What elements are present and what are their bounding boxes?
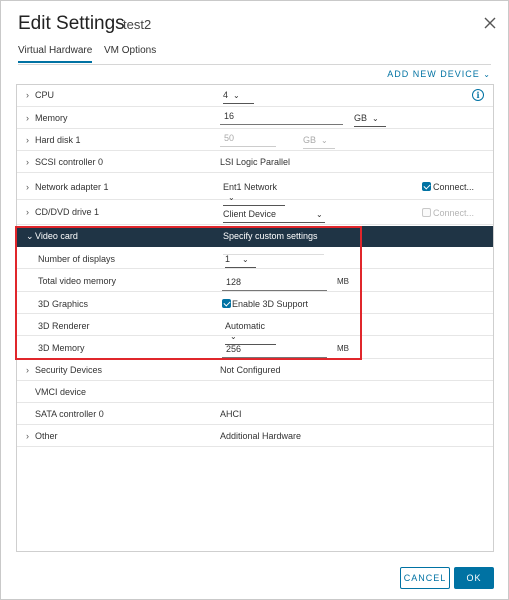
hard-disk-unit-select[interactable]: GB ⌄ xyxy=(303,135,335,149)
chevron-right-icon[interactable]: › xyxy=(26,182,29,192)
row-sata-controller[interactable]: SATA controller 0 AHCI xyxy=(17,403,493,425)
memory-unit-select[interactable]: GB ⌄ xyxy=(354,113,386,127)
chevron-down-icon: ⌄ xyxy=(233,91,240,100)
chevron-right-icon[interactable]: › xyxy=(26,113,29,123)
3d-memory-unit: MB xyxy=(337,344,349,353)
cpu-label: CPU xyxy=(35,90,55,100)
sata-label: SATA controller 0 xyxy=(35,409,104,419)
add-new-device-label: ADD NEW DEVICE xyxy=(387,69,480,79)
3d-memory-input[interactable]: 256 xyxy=(222,344,327,358)
close-icon[interactable] xyxy=(482,15,498,31)
chevron-down-icon: ⌄ xyxy=(483,70,491,79)
video-memory-input[interactable]: 128 xyxy=(222,277,327,291)
cddvd-select[interactable]: Client Device ⌄ xyxy=(223,209,325,223)
displays-select[interactable]: 1 ⌄ xyxy=(225,254,256,268)
row-memory[interactable]: › Memory 16 GB ⌄ xyxy=(17,107,493,129)
row-total-video-memory[interactable]: Total video memory 128 MB xyxy=(17,269,493,292)
network-connect-label: Connect... xyxy=(433,182,475,192)
chevron-right-icon[interactable]: › xyxy=(26,90,29,100)
network-label: Network adapter 1 xyxy=(35,182,109,192)
row-video-card[interactable]: ⌄ Video card Specify custom settings⌄ xyxy=(17,226,493,255)
row-security-devices[interactable]: › Security Devices Not Configured xyxy=(17,359,493,381)
cpu-value: 4 xyxy=(223,90,229,100)
cddvd-connect-checkbox[interactable] xyxy=(422,208,431,217)
chevron-right-icon[interactable]: › xyxy=(26,431,29,441)
cddvd-value: Client Device xyxy=(223,209,277,219)
chevron-down-icon: ⌄ xyxy=(321,136,328,145)
security-value: Not Configured xyxy=(220,365,281,375)
row-hard-disk[interactable]: › Hard disk 1 50 GB ⌄ xyxy=(17,129,493,151)
network-value: Ent1 Network xyxy=(223,182,278,192)
row-3d-renderer[interactable]: 3D Renderer Automatic⌄ xyxy=(17,314,493,345)
3d-renderer-label: 3D Renderer xyxy=(38,321,90,331)
vmci-label: VMCI device xyxy=(35,387,87,397)
memory-label: Memory xyxy=(35,113,68,123)
displays-value: 1 xyxy=(225,254,231,264)
cddvd-label: CD/DVD drive 1 xyxy=(35,207,100,217)
row-network-adapter[interactable]: › Network adapter 1 Ent1 Network⌄ Connec… xyxy=(17,173,493,206)
chevron-down-icon: ⌄ xyxy=(372,114,379,123)
hard-disk-input[interactable]: 50 xyxy=(220,133,276,147)
other-label: Other xyxy=(35,431,58,441)
chevron-down-icon[interactable]: ⌄ xyxy=(26,231,34,242)
network-connect-checkbox[interactable] xyxy=(422,182,431,191)
tab-virtual-hardware[interactable]: Virtual Hardware xyxy=(18,45,93,63)
add-new-device-button[interactable]: ADD NEW DEVICE ⌄ xyxy=(387,69,491,79)
scsi-label: SCSI controller 0 xyxy=(35,157,104,167)
video-memory-label: Total video memory xyxy=(38,276,117,286)
sata-value: AHCI xyxy=(220,409,242,419)
row-vmci-device[interactable]: VMCI device xyxy=(17,381,493,403)
cpu-select[interactable]: 4 ⌄ xyxy=(223,90,254,104)
tab-bar: Virtual Hardware VM Options xyxy=(18,45,491,65)
cancel-button[interactable]: CANCEL xyxy=(400,567,450,589)
enable-3d-checkbox[interactable] xyxy=(222,299,231,308)
row-other[interactable]: › Other Additional Hardware xyxy=(17,425,493,447)
other-value: Additional Hardware xyxy=(220,431,302,441)
cddvd-connect-label: Connect... xyxy=(433,208,475,218)
row-cddvd-drive[interactable]: › CD/DVD drive 1 Client Device ⌄ Connect.… xyxy=(17,200,493,225)
displays-label: Number of displays xyxy=(38,254,116,264)
ok-button[interactable]: OK xyxy=(454,567,494,589)
chevron-down-icon: ⌄ xyxy=(242,255,249,264)
hard-disk-unit: GB xyxy=(303,135,317,145)
chevron-right-icon[interactable]: › xyxy=(26,135,29,145)
scsi-value: LSI Logic Parallel xyxy=(220,157,291,167)
row-3d-graphics[interactable]: 3D Graphics Enable 3D Support xyxy=(17,292,493,314)
security-label: Security Devices xyxy=(35,365,103,375)
chevron-right-icon[interactable]: › xyxy=(26,365,29,375)
chevron-down-icon: ⌄ xyxy=(316,210,323,219)
row-scsi-controller[interactable]: › SCSI controller 0 LSI Logic Parallel xyxy=(17,151,493,173)
memory-unit: GB xyxy=(354,113,368,123)
video-card-value: Specify custom settings xyxy=(223,231,318,241)
hardware-table: › CPU 4 ⌄ › Memory 16 GB ⌄ › Hard disk 1 5… xyxy=(16,84,494,552)
edit-settings-dialog: Edit Settings test2 Virtual Hardware VM … xyxy=(0,0,509,600)
hard-disk-label: Hard disk 1 xyxy=(35,135,81,145)
enable-3d-label: Enable 3D Support xyxy=(232,299,309,309)
row-cpu[interactable]: › CPU 4 ⌄ xyxy=(17,85,493,107)
video-memory-unit: MB xyxy=(337,277,349,286)
chevron-right-icon[interactable]: › xyxy=(26,207,29,217)
memory-input[interactable]: 16 xyxy=(220,111,343,125)
dialog-title: Edit Settings xyxy=(18,13,125,34)
3d-renderer-value: Automatic xyxy=(225,321,266,331)
video-card-label: Video card xyxy=(35,231,78,241)
3d-memory-label: 3D Memory xyxy=(38,343,85,353)
chevron-right-icon[interactable]: › xyxy=(26,157,29,167)
vm-name: test2 xyxy=(123,17,152,32)
tab-vm-options[interactable]: VM Options xyxy=(104,45,156,61)
row-3d-memory[interactable]: 3D Memory 256 MB xyxy=(17,336,493,359)
row-number-of-displays[interactable]: Number of displays 1 ⌄ xyxy=(17,247,493,269)
3d-graphics-label: 3D Graphics xyxy=(38,299,89,309)
